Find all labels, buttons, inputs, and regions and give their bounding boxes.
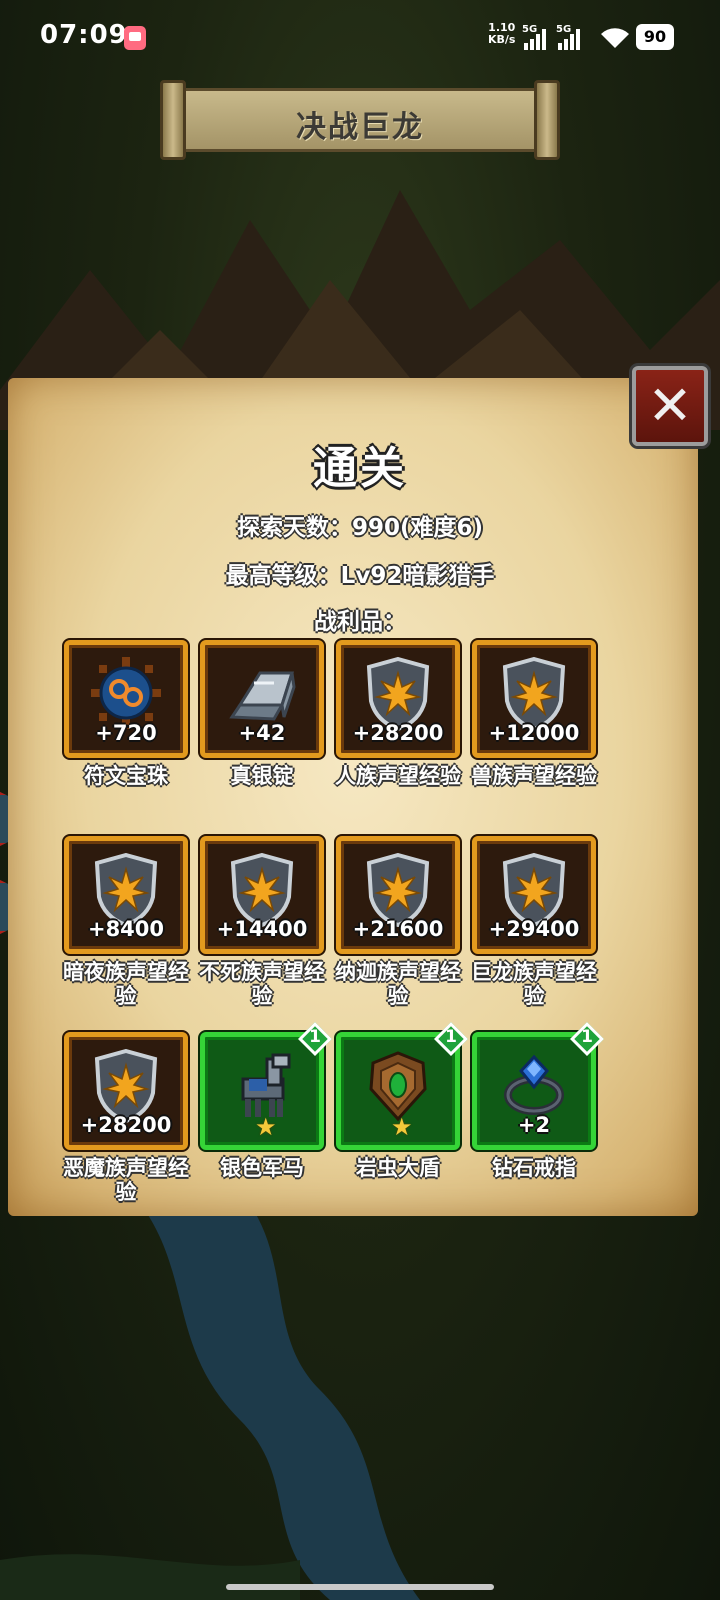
reputation-shield-icon bbox=[94, 1049, 158, 1123]
reputation-shield-icon bbox=[94, 853, 158, 927]
item-amount: +28200 bbox=[80, 1113, 172, 1137]
item-amount: +29400 bbox=[488, 917, 580, 941]
item-tile: +720 bbox=[64, 640, 188, 758]
loot-item[interactable]: +720 符文宝珠 bbox=[64, 640, 190, 788]
item-tile: +28200 bbox=[336, 640, 460, 758]
item-name: 钻石戒指 bbox=[492, 1156, 576, 1180]
item-name: 恶魔族声望经验 bbox=[63, 1156, 189, 1204]
rarity-star-icon: ★ bbox=[391, 1113, 413, 1141]
badge-count: 1 bbox=[309, 1027, 321, 1047]
reputation-shield-icon bbox=[230, 853, 294, 927]
item-tile: +12000 bbox=[472, 640, 596, 758]
item-amount: +14400 bbox=[216, 917, 308, 941]
item-amount: +28200 bbox=[352, 721, 444, 745]
item-name: 岩虫大盾 bbox=[356, 1156, 440, 1180]
signal-bars-icon bbox=[524, 26, 550, 50]
loot-item[interactable]: +2 1 钻石戒指 bbox=[472, 1022, 604, 1180]
reputation-shield-icon bbox=[366, 657, 430, 731]
item-name: 不死族声望经验 bbox=[199, 960, 325, 1008]
max-level: 最高等级：Lv92暗影猎手 bbox=[225, 563, 495, 589]
explore-days: 探索天数：990(难度6) bbox=[236, 515, 484, 541]
network-speed-unit: KB/s bbox=[488, 33, 516, 46]
item-tile: +29400 bbox=[472, 836, 596, 954]
item-tile: ★ 1 bbox=[336, 1022, 468, 1150]
loot-item[interactable]: +28200 人族声望经验 bbox=[335, 640, 462, 788]
item-tile: ★ 1 bbox=[200, 1022, 332, 1150]
reputation-shield-icon bbox=[502, 853, 566, 927]
item-tile: +14400 bbox=[200, 836, 324, 954]
loot-item[interactable]: +21600 纳迦族声望经验 bbox=[335, 836, 462, 1008]
item-name: 真银锭 bbox=[230, 764, 294, 788]
item-tile: +2 1 bbox=[472, 1022, 604, 1150]
loot-item[interactable]: ★ 1 岩虫大盾 bbox=[336, 1022, 468, 1180]
big-shield-icon bbox=[369, 1051, 427, 1122]
loot-item[interactable]: +8400 暗夜族声望经验 bbox=[63, 836, 190, 1008]
stage-title-banner: 决战巨龙 bbox=[160, 80, 560, 160]
item-name: 符文宝珠 bbox=[84, 764, 168, 788]
loot-item[interactable]: +28200 恶魔族声望经验 bbox=[63, 1032, 190, 1204]
reputation-shield-icon bbox=[502, 657, 566, 731]
home-indicator[interactable] bbox=[226, 1584, 494, 1590]
item-amount: +720 bbox=[95, 721, 157, 745]
silver-ingot-icon bbox=[229, 671, 296, 721]
item-tile: +8400 bbox=[64, 836, 188, 954]
item-tile: +28200 bbox=[64, 1032, 188, 1150]
loot-item[interactable]: +29400 巨龙族声望经验 bbox=[471, 836, 598, 1008]
rune-orb-icon bbox=[91, 657, 161, 729]
loot-label: 战利品： bbox=[314, 609, 406, 635]
item-name: 银色军马 bbox=[220, 1156, 304, 1180]
badge-count: 1 bbox=[581, 1027, 593, 1047]
loot-item[interactable]: +14400 不死族声望经验 bbox=[199, 836, 326, 1008]
background-river bbox=[0, 1180, 420, 1600]
result-title: 通关 bbox=[313, 443, 407, 494]
warhorse-icon bbox=[241, 1053, 291, 1117]
status-bar: 07:09 1.10 KB/s 5G 5G 90 bbox=[0, 0, 720, 76]
item-name: 巨龙族声望经验 bbox=[471, 960, 597, 1008]
item-amount: +12000 bbox=[488, 721, 580, 745]
item-name: 人族声望经验 bbox=[335, 764, 461, 788]
wifi-icon bbox=[601, 28, 629, 48]
item-amount: +42 bbox=[238, 721, 286, 745]
diamond-ring-icon bbox=[504, 1054, 564, 1115]
item-name: 暗夜族声望经验 bbox=[63, 960, 189, 1008]
item-tile: +21600 bbox=[336, 836, 460, 954]
loot-item[interactable]: +42 真银锭 bbox=[200, 640, 326, 788]
signal-bars-icon bbox=[558, 26, 584, 50]
reputation-shield-icon bbox=[366, 853, 430, 927]
clock: 07:09 bbox=[40, 20, 128, 50]
item-amount: +21600 bbox=[352, 917, 444, 941]
network-speed: 1.10 KB/s bbox=[488, 22, 515, 46]
loot-item[interactable]: +12000 兽族声望经验 bbox=[471, 640, 598, 788]
battery-indicator: 90 bbox=[636, 24, 674, 50]
item-tile: +42 bbox=[200, 640, 324, 758]
loot-item[interactable]: ★ 1 银色军马 bbox=[200, 1022, 332, 1180]
badge-count: 1 bbox=[445, 1027, 457, 1047]
item-name: 兽族声望经验 bbox=[471, 764, 597, 788]
notification-app-icon bbox=[124, 26, 146, 50]
quantity-badge: 1 bbox=[298, 1022, 333, 1057]
item-name: 纳迦族声望经验 bbox=[335, 960, 461, 1008]
quantity-badge: 1 bbox=[434, 1022, 469, 1057]
item-amount: +8400 bbox=[87, 917, 165, 941]
quantity-badge: 1 bbox=[570, 1022, 605, 1057]
item-amount: +2 bbox=[517, 1113, 551, 1137]
stage-title: 决战巨龙 bbox=[296, 110, 424, 145]
rarity-star-icon: ★ bbox=[255, 1113, 277, 1141]
